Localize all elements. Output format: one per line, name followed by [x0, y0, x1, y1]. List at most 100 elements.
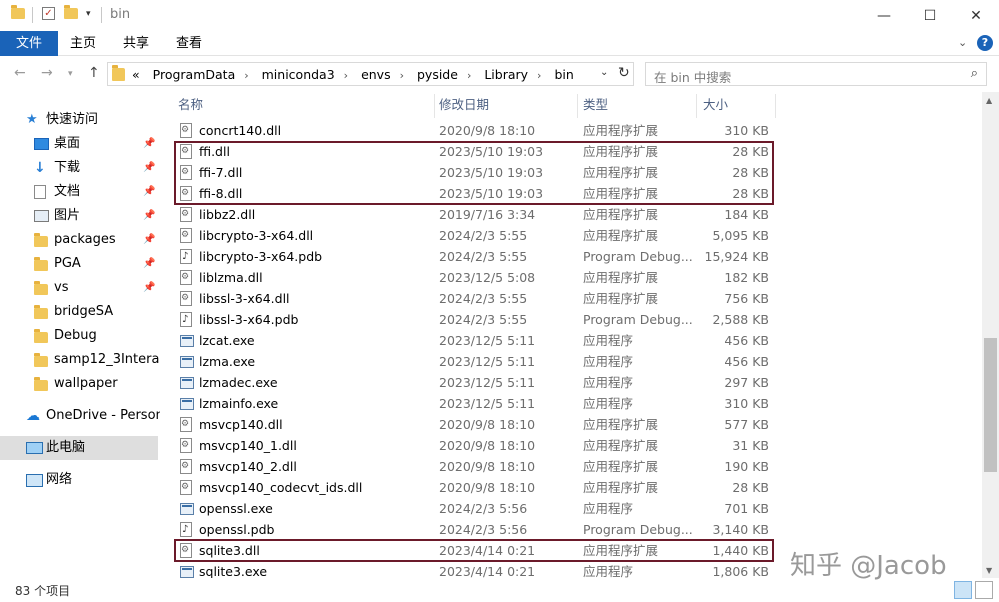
- file-row[interactable]: libbz2.dll 2019/7/16 3:34 应用程序扩展 184 KB: [160, 204, 982, 225]
- file-row[interactable]: lzcat.exe 2023/12/5 5:11 应用程序 456 KB: [160, 330, 982, 351]
- sidebar-item-wallpaper[interactable]: wallpaper: [0, 372, 158, 396]
- recent-locations-icon[interactable]: ▾: [68, 69, 73, 79]
- breadcrumb-item[interactable]: pyside: [417, 67, 458, 82]
- column-divider[interactable]: [696, 94, 697, 118]
- tab-share[interactable]: 共享: [113, 31, 159, 56]
- file-date: 2023/12/5 5:11: [439, 396, 536, 411]
- sidebar-item-samp12[interactable]: samp12_3Interact: [0, 348, 160, 372]
- column-header-type[interactable]: 类型: [583, 92, 608, 118]
- breadcrumb-separator[interactable]: ›: [537, 69, 541, 82]
- file-row[interactable]: msvcp140.dll 2020/9/8 18:10 应用程序扩展 577 KB: [160, 414, 982, 435]
- forward-arrow-icon[interactable]: →: [41, 65, 53, 81]
- pin-icon[interactable]: 📌: [143, 180, 155, 204]
- file-name: msvcp140.dll: [199, 417, 283, 432]
- column-divider[interactable]: [434, 94, 435, 118]
- column-header-name[interactable]: 名称: [178, 92, 203, 118]
- pin-icon[interactable]: 📌: [143, 156, 155, 180]
- tab-file[interactable]: 文件: [0, 31, 58, 56]
- file-row[interactable]: msvcp140_1.dll 2020/9/8 18:10 应用程序扩展 31 KB: [160, 435, 982, 456]
- breadcrumb-item[interactable]: envs: [361, 67, 391, 82]
- back-arrow-icon[interactable]: ←: [14, 65, 26, 81]
- breadcrumb-overflow[interactable]: «: [132, 67, 140, 82]
- file-row[interactable]: lzma.exe 2023/12/5 5:11 应用程序 456 KB: [160, 351, 982, 372]
- column-header-size[interactable]: 大小: [703, 92, 728, 118]
- sidebar-item-downloads[interactable]: ↓ 下载 📌: [0, 156, 158, 180]
- title-bar: ✓ ▾ bin — ☐ ✕: [0, 0, 999, 31]
- minimize-button[interactable]: —: [861, 0, 907, 31]
- pin-icon[interactable]: 📌: [143, 252, 155, 276]
- scroll-up-icon[interactable]: ▲: [986, 96, 992, 105]
- file-row[interactable]: libssl-3-x64.dll 2024/2/3 5:55 应用程序扩展 756 K…: [160, 288, 982, 309]
- pin-icon[interactable]: 📌: [143, 132, 155, 156]
- breadcrumb-item[interactable]: Library: [484, 67, 528, 82]
- search-icon[interactable]: ⌕: [971, 66, 978, 81]
- breadcrumb-item[interactable]: ProgramData: [153, 67, 236, 82]
- file-row[interactable]: lzmainfo.exe 2023/12/5 5:11 应用程序 310 KB: [160, 393, 982, 414]
- sidebar-item-pga[interactable]: PGA 📌: [0, 252, 158, 276]
- search-input[interactable]: 在 bin 中搜索: [654, 67, 731, 86]
- search-box[interactable]: 在 bin 中搜索 ⌕: [645, 62, 987, 86]
- properties-check-icon[interactable]: ✓: [42, 7, 55, 20]
- tab-home[interactable]: 主页: [60, 31, 106, 56]
- sidebar-item-documents[interactable]: 文档 📌: [0, 180, 158, 204]
- column-divider[interactable]: [577, 94, 578, 118]
- file-date: 2023/12/5 5:08: [439, 270, 536, 285]
- new-folder-icon[interactable]: [64, 5, 78, 19]
- file-row[interactable]: concrt140.dll 2020/9/8 18:10 应用程序扩展 310 KB: [160, 120, 982, 141]
- file-name: lzcat.exe: [199, 333, 255, 348]
- maximize-button[interactable]: ☐: [907, 0, 953, 31]
- sidebar-item-debug[interactable]: Debug: [0, 324, 158, 348]
- sidebar-item-this-pc[interactable]: 此电脑: [0, 436, 158, 460]
- address-bar[interactable]: « ProgramData › miniconda3 › envs › pyside ›…: [107, 62, 634, 86]
- scroll-down-icon[interactable]: ▼: [986, 566, 992, 575]
- file-row[interactable]: libssl-3-x64.pdb 2024/2/3 5:55 Program Deb…: [160, 309, 982, 330]
- pin-icon[interactable]: 📌: [143, 276, 155, 300]
- file-row[interactable]: ffi.dll 2023/5/10 19:03 应用程序扩展 28 KB: [160, 141, 982, 162]
- sidebar-item-quick-access[interactable]: ★ 快速访问: [0, 108, 158, 132]
- address-dropdown-icon[interactable]: ⌄: [600, 67, 608, 78]
- sidebar-item-network[interactable]: 网络: [0, 468, 158, 492]
- file-row[interactable]: lzmadec.exe 2023/12/5 5:11 应用程序 297 KB: [160, 372, 982, 393]
- large-icons-view-button[interactable]: [975, 581, 993, 599]
- file-row[interactable]: ffi-8.dll 2023/5/10 19:03 应用程序扩展 28 KB: [160, 183, 982, 204]
- breadcrumb-item[interactable]: miniconda3: [262, 67, 335, 82]
- close-button[interactable]: ✕: [953, 0, 999, 31]
- breadcrumb-item[interactable]: bin: [554, 67, 573, 82]
- column-header-date[interactable]: 修改日期: [439, 92, 489, 118]
- vertical-scrollbar[interactable]: ▲ ▼: [982, 92, 999, 578]
- pin-icon[interactable]: 📌: [143, 204, 155, 228]
- folder-icon: [34, 281, 48, 295]
- pin-icon[interactable]: 📌: [143, 228, 155, 252]
- folder-icon[interactable]: [11, 5, 25, 19]
- details-view-button[interactable]: [954, 581, 972, 599]
- scroll-thumb[interactable]: [984, 338, 997, 472]
- file-row[interactable]: msvcp140_2.dll 2020/9/8 18:10 应用程序扩展 190 KB: [160, 456, 982, 477]
- breadcrumb-separator[interactable]: ›: [244, 69, 248, 82]
- refresh-icon[interactable]: ↻: [618, 65, 630, 81]
- file-row[interactable]: libcrypto-3-x64.dll 2024/2/3 5:55 应用程序扩展 5,…: [160, 225, 982, 246]
- document-icon: [34, 185, 46, 199]
- file-row[interactable]: openssl.exe 2024/2/3 5:56 应用程序 701 KB: [160, 498, 982, 519]
- expand-ribbon-icon[interactable]: ⌄: [958, 36, 967, 49]
- help-icon[interactable]: ?: [977, 35, 993, 51]
- quick-access-dropdown-icon[interactable]: ▾: [86, 9, 91, 19]
- file-row[interactable]: liblzma.dll 2023/12/5 5:08 应用程序扩展 182 KB: [160, 267, 982, 288]
- file-date: 2024/2/3 5:55: [439, 291, 528, 306]
- file-row[interactable]: openssl.pdb 2024/2/3 5:56 Program Debug...…: [160, 519, 982, 540]
- tab-view[interactable]: 查看: [166, 31, 212, 56]
- file-row[interactable]: libcrypto-3-x64.pdb 2024/2/3 5:55 Program …: [160, 246, 982, 267]
- file-row[interactable]: ffi-7.dll 2023/5/10 19:03 应用程序扩展 28 KB: [160, 162, 982, 183]
- up-arrow-icon[interactable]: ↑: [88, 65, 100, 81]
- breadcrumb-separator[interactable]: ›: [400, 69, 404, 82]
- sidebar-item-packages[interactable]: packages 📌: [0, 228, 158, 252]
- sidebar-item-onedrive[interactable]: ☁ OneDrive - Persona: [0, 404, 160, 428]
- column-divider[interactable]: [775, 94, 776, 118]
- breadcrumb-separator[interactable]: ›: [467, 69, 471, 82]
- sidebar-item-bridgesa[interactable]: bridgeSA: [0, 300, 158, 324]
- sidebar-item-desktop[interactable]: 桌面 📌: [0, 132, 158, 156]
- file-name: ffi.dll: [199, 144, 230, 159]
- sidebar-item-pictures[interactable]: 图片 📌: [0, 204, 158, 228]
- file-row[interactable]: msvcp140_codecvt_ids.dll 2020/9/8 18:10 应用…: [160, 477, 982, 498]
- sidebar-item-vs[interactable]: vs 📌: [0, 276, 158, 300]
- breadcrumb-separator[interactable]: ›: [344, 69, 348, 82]
